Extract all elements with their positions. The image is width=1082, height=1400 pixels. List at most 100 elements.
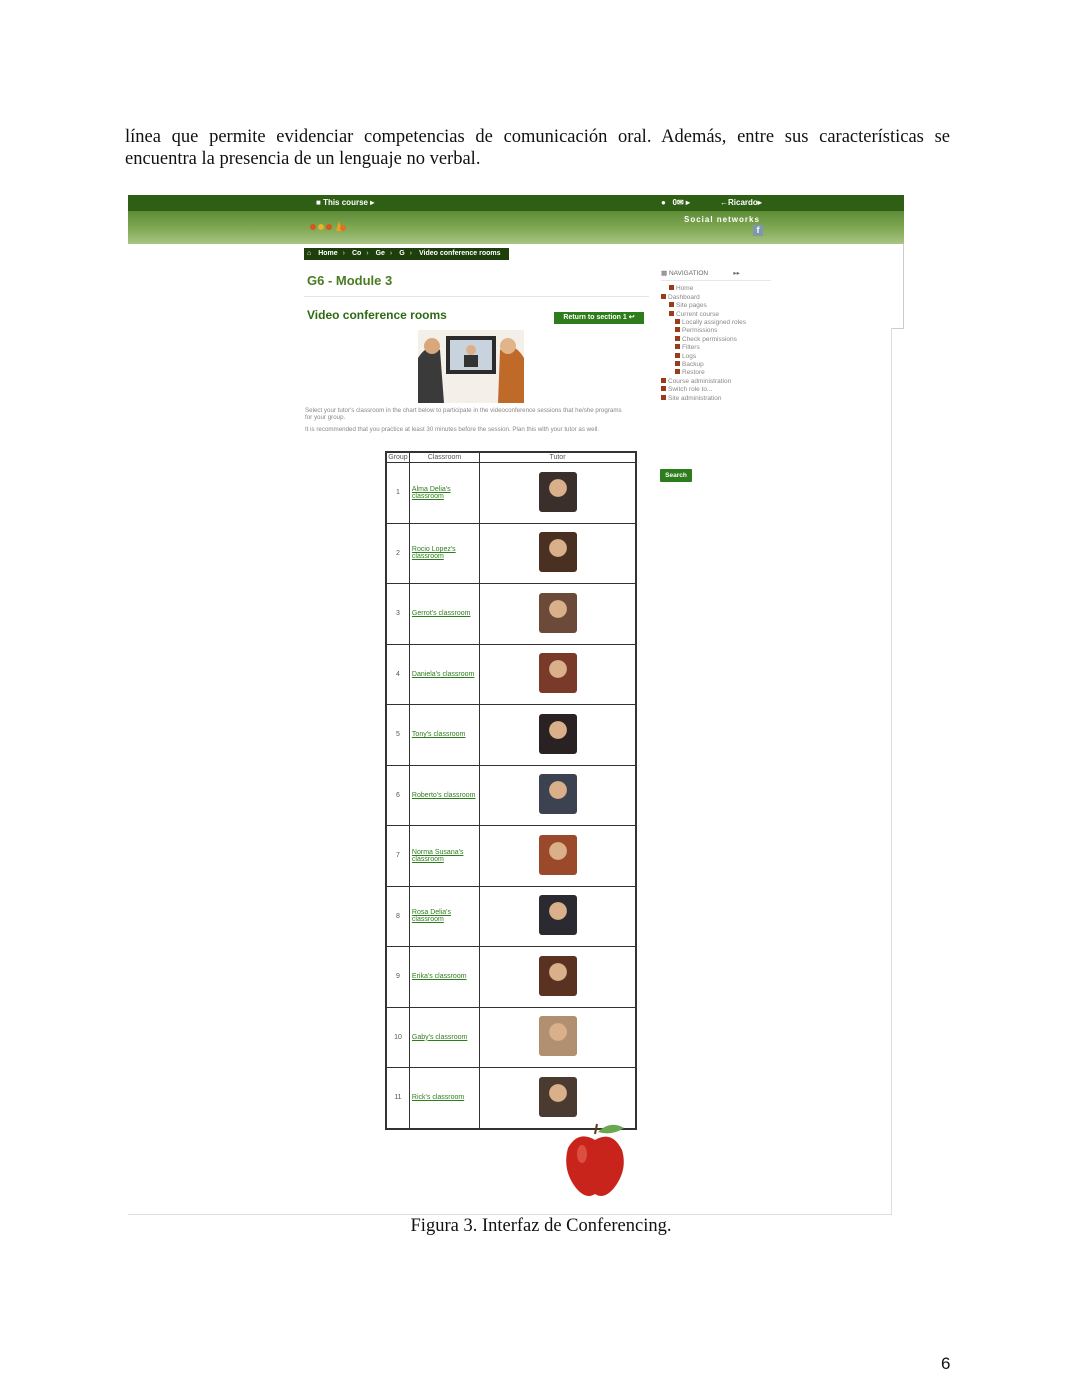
table-row: 10 Gaby's classroom	[385, 1006, 637, 1068]
breadcrumb-item[interactable]: Home	[318, 250, 337, 257]
table-header-row: Group Classroom Tutor	[385, 451, 637, 463]
tutor-cell	[479, 764, 637, 826]
folder-icon	[675, 319, 680, 325]
group-number: 2	[385, 522, 410, 584]
nav-item[interactable]: Logs	[661, 352, 771, 361]
classroom-link[interactable]: Erika's classroom	[412, 973, 467, 980]
folder-icon	[661, 377, 666, 383]
nav-item[interactable]: Site pages	[661, 302, 771, 310]
breadcrumb-item[interactable]: G	[399, 250, 404, 257]
frame-edge	[891, 328, 892, 1215]
tutor-avatar	[538, 1016, 577, 1057]
nav-item[interactable]: Dashboard	[661, 293, 771, 302]
classroom-link[interactable]: Rocio Lopez's classroom	[412, 546, 456, 560]
tutor-cell	[479, 583, 637, 645]
nav-item-label: Logs	[682, 352, 697, 360]
group-number: 5	[385, 704, 410, 766]
classroom-cell: Norma Susana's classroom	[408, 825, 481, 887]
breadcrumb-item[interactable]: Co	[352, 250, 361, 257]
nav-item[interactable]: Switch role to...	[661, 386, 771, 394]
nav-item[interactable]: Restore	[661, 369, 771, 377]
nav-item[interactable]: Filters	[661, 344, 771, 352]
classroom-cell: Erika's classroom	[408, 946, 481, 1008]
classroom-link[interactable]: Gaby's classroom	[412, 1034, 467, 1041]
classroom-link[interactable]: Norma Susana's classroom	[412, 849, 464, 863]
nav-item-label: Dashboard	[668, 293, 700, 301]
page-title: G6 - Module 3	[307, 273, 393, 288]
table-row: 1 Alma Delia's classroom	[385, 462, 637, 524]
navigation-block: ▩ NAVIGATION ▸▸ Home Dashboard Site pages C…	[661, 270, 771, 403]
column-header-classroom: Classroom	[408, 451, 481, 463]
nav-item-label: Restore	[682, 369, 705, 377]
tutor-avatar	[538, 955, 577, 996]
group-number: 11	[385, 1067, 410, 1129]
search-button[interactable]: Search	[660, 469, 692, 482]
table-row: 2 Rocio Lopez's classroom	[385, 522, 637, 584]
table-row: 7 Norma Susana's classroom	[385, 825, 637, 887]
tutor-cell	[479, 885, 637, 947]
nav-item[interactable]: Current course	[661, 310, 771, 319]
user-menu[interactable]: ←Ricardo▸	[720, 198, 762, 207]
breadcrumb-item[interactable]: Ge	[376, 250, 385, 257]
nav-item[interactable]: Backup	[661, 361, 771, 369]
nav-item[interactable]: Site administration	[661, 394, 771, 403]
course-menu[interactable]: ■ This course ▸	[316, 198, 374, 207]
classroom-link[interactable]: Gerrot's classroom	[412, 610, 471, 617]
section-title: Video conference rooms	[307, 308, 447, 322]
table-row: 8 Rosa Delia's classroom	[385, 885, 637, 947]
facebook-icon[interactable]: f	[753, 225, 763, 236]
conferencing-screenshot: ■ This course ▸ ● 0✉ ▸ ←Ricardo▸ Social …	[128, 195, 904, 1215]
breadcrumb-item[interactable]: Video conference rooms	[419, 250, 501, 257]
frame-edge	[128, 1214, 892, 1215]
messages-icon[interactable]: ● 0✉ ▸	[661, 198, 690, 207]
folder-icon	[661, 386, 666, 392]
nav-item[interactable]: Locally assigned roles	[661, 319, 771, 327]
tutor-cell	[479, 704, 637, 766]
body-paragraph: línea que permite evidenciar competencia…	[125, 126, 950, 170]
apple-icon	[566, 1123, 624, 1196]
classroom-link[interactable]: Alma Delia's classroom	[412, 486, 451, 500]
group-number: 3	[385, 583, 410, 645]
breadcrumb: ⌂ Home › Co › Ge › G › Video conference room…	[304, 248, 509, 260]
classroom-cell: Alma Delia's classroom	[408, 462, 481, 524]
classroom-link[interactable]: Tony's classroom	[412, 731, 465, 738]
column-header-tutor: Tutor	[479, 451, 637, 463]
return-to-section-button[interactable]: Return to section 1 ↩	[554, 312, 644, 324]
nav-item-label: Permissions	[682, 327, 718, 335]
nav-item-label: Site pages	[676, 302, 707, 310]
classroom-cell: Rick's classroom	[408, 1067, 481, 1129]
user-menu-label: Ricardo	[728, 198, 758, 207]
classroom-link[interactable]: Daniela's classroom	[412, 671, 474, 678]
nav-item-label: Check permissions	[682, 335, 737, 343]
classroom-link[interactable]: Roberto's classroom	[412, 792, 476, 799]
nav-item[interactable]: Check permissions	[661, 335, 771, 344]
group-number: 7	[385, 825, 410, 887]
site-banner: Social networks f	[128, 211, 904, 244]
classroom-link[interactable]: Rick's classroom	[412, 1094, 464, 1101]
tutor-avatar	[538, 895, 577, 936]
divider	[304, 296, 649, 297]
nav-item-label: Home	[676, 285, 694, 293]
classroom-link[interactable]: Rosa Delia's classroom	[412, 909, 451, 923]
classroom-cell: Roberto's classroom	[408, 764, 481, 826]
group-number: 6	[385, 764, 410, 826]
tutor-avatar	[538, 713, 577, 754]
figure-caption: Figura 3. Interfaz de Conferencing.	[410, 1216, 672, 1236]
group-number: 1	[385, 462, 410, 524]
tutor-avatar	[538, 592, 577, 633]
nav-item[interactable]: Course administration	[661, 377, 771, 386]
folder-icon	[661, 394, 666, 400]
nav-item[interactable]: Permissions	[661, 327, 771, 335]
tutor-cell	[479, 946, 637, 1008]
table-row: 6 Roberto's classroom	[385, 764, 637, 826]
tutor-avatar	[538, 471, 577, 512]
folder-icon	[675, 344, 680, 350]
tutor-cell	[479, 522, 637, 584]
nav-item[interactable]: Home	[661, 285, 771, 293]
nav-item-label: Course administration	[668, 377, 732, 385]
folder-icon	[675, 352, 680, 358]
intro-paragraph: It is recommended that you practice at l…	[305, 425, 600, 433]
navigation-heading-label: NAVIGATION	[668, 270, 709, 277]
social-networks-label: Social networks	[684, 215, 760, 224]
folder-icon	[669, 310, 674, 316]
